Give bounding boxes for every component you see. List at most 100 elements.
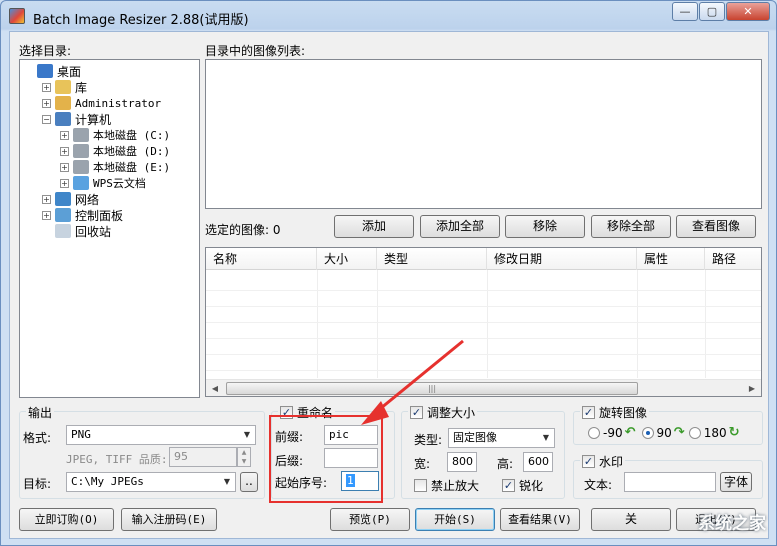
subscribe-button[interactable]: 立即订购(O)	[19, 508, 114, 531]
network-icon	[55, 192, 71, 206]
annotation-arrow-icon	[361, 339, 464, 425]
tree-item-label: WPS云文档	[93, 177, 146, 190]
minimize-button[interactable]: —	[672, 2, 698, 21]
rotate-checkbox[interactable]: ✓	[582, 406, 595, 419]
view-image-button[interactable]: 查看图像	[676, 215, 756, 238]
expand-icon[interactable]: +	[60, 130, 69, 140]
horizontal-scrollbar[interactable]: ◀ ||| ▶	[206, 379, 761, 396]
rotate-options: -90 ↶ 90 ↷ 180 ↻	[588, 425, 742, 440]
rotate-180-radio[interactable]	[688, 426, 701, 439]
rotate-title: 旋转图像	[599, 406, 648, 420]
target-select[interactable]: C:\My JPEGs ▼	[66, 472, 236, 492]
tree-item[interactable]: + 本地磁盘 (D:)	[60, 143, 170, 159]
watermark-checkbox[interactable]: ✓	[582, 455, 595, 468]
chevron-down-icon: ▼	[542, 433, 550, 442]
recycle-bin-icon	[55, 224, 71, 238]
tree-item[interactable]: − 计算机	[42, 111, 111, 127]
image-list[interactable]	[205, 59, 762, 209]
chevron-down-icon: ▼	[243, 430, 251, 439]
tree-item[interactable]: + WPS云文档	[60, 175, 146, 191]
expand-icon[interactable]: +	[60, 162, 69, 172]
no-enlarge-option[interactable]: 禁止放大	[414, 477, 479, 494]
sharpen-option[interactable]: ✓ 锐化	[502, 477, 543, 494]
tree-item-label: 本地磁盘 (D:)	[93, 145, 171, 158]
app-window: Batch Image Resizer 2.88(试用版) — ▢ ✕ 选择目录…	[0, 0, 777, 546]
tree-item[interactable]: + 本地磁盘 (C:)	[60, 127, 170, 143]
height-label: 高:	[497, 457, 514, 471]
col-modified[interactable]: 修改日期	[487, 248, 637, 270]
watermark-text-label: 文本:	[584, 478, 613, 492]
width-input[interactable]: 800	[447, 452, 477, 472]
tree-item-label: 计算机	[75, 112, 112, 127]
quality-input[interactable]: 95	[169, 447, 237, 467]
col-path[interactable]: 路径	[705, 248, 761, 270]
tree-item[interactable]: + Administrator	[42, 95, 161, 111]
tree-item[interactable]: 回收站	[42, 223, 111, 239]
no-enlarge-checkbox[interactable]	[414, 479, 427, 492]
title-bar[interactable]: Batch Image Resizer 2.88(试用版) — ▢ ✕	[1, 1, 776, 31]
tree-item[interactable]: + 控制面板	[42, 207, 123, 223]
add-button[interactable]: 添加	[334, 215, 414, 238]
directory-tree[interactable]: 桌面 + 库 + Administrator − 计算机 + 本地磁盘 (C:) + 本地磁盘 (D…	[19, 59, 200, 398]
tree-item[interactable]: + 库	[42, 79, 87, 95]
close-button[interactable]: ✕	[726, 2, 770, 21]
rotate-minus90-radio[interactable]	[588, 426, 600, 439]
view-results-button[interactable]: 查看结果(V)	[500, 508, 580, 531]
selected-images-grid[interactable]: 名称 大小 类型 修改日期 属性 路径 ◀ ||| ▶	[205, 247, 762, 397]
expand-icon[interactable]: +	[42, 98, 51, 108]
start-button[interactable]: 开始(S)	[415, 508, 495, 531]
computer-icon	[55, 112, 71, 126]
chevron-down-icon: ▼	[223, 477, 231, 486]
collapse-icon[interactable]: −	[42, 114, 51, 124]
cloud-icon	[73, 176, 89, 190]
tree-item-label: 库	[75, 80, 88, 95]
height-input[interactable]: 600	[523, 452, 553, 472]
remove-all-button[interactable]: 移除全部	[591, 215, 671, 238]
preview-button[interactable]: 预览(P)	[330, 508, 410, 531]
font-button[interactable]: 字体	[720, 472, 752, 492]
client-area: 选择目录: 桌面 + 库 + Administrator − 计算机 + 本地磁盘 (C:) + 本…	[9, 31, 769, 539]
register-button[interactable]: 输入注册码(E)	[121, 508, 217, 531]
expand-icon[interactable]: +	[60, 146, 69, 156]
col-attributes[interactable]: 属性	[637, 248, 705, 270]
expand-icon[interactable]: +	[42, 82, 51, 92]
tree-item-label: 本地磁盘 (E:)	[93, 161, 171, 174]
tree-item[interactable]: + 本地磁盘 (E:)	[60, 159, 170, 175]
rotate-90-radio[interactable]	[641, 426, 654, 439]
scroll-right-icon[interactable]: ▶	[745, 382, 759, 395]
desktop-icon	[37, 64, 53, 78]
tree-item[interactable]: + 网络	[42, 191, 99, 207]
remove-button[interactable]: 移除	[505, 215, 585, 238]
expand-icon[interactable]: +	[60, 178, 69, 188]
drive-icon	[73, 144, 89, 158]
drive-icon	[73, 160, 89, 174]
width-label: 宽:	[414, 457, 431, 471]
sharpen-checkbox[interactable]: ✓	[502, 479, 515, 492]
control-panel-icon	[55, 208, 71, 222]
rotate-cw-icon: ↷	[673, 425, 685, 440]
selected-count-label: 选定的图像: 0	[205, 223, 281, 237]
expand-icon[interactable]: +	[42, 210, 51, 220]
dir-label: 选择目录:	[19, 44, 72, 58]
target-label: 目标:	[23, 477, 52, 491]
watermark-text-input[interactable]	[624, 472, 716, 492]
drive-icon	[73, 128, 89, 142]
tree-item-label: 本地磁盘 (C:)	[93, 129, 171, 142]
scroll-left-icon[interactable]: ◀	[208, 382, 222, 395]
col-name[interactable]: 名称	[206, 248, 317, 270]
browse-button[interactable]: ..	[240, 472, 258, 492]
library-icon	[55, 80, 71, 94]
quality-spinner[interactable]: ▲ ▼	[237, 447, 251, 467]
col-type[interactable]: 类型	[377, 248, 487, 270]
expand-icon[interactable]: +	[42, 194, 51, 204]
user-folder-icon	[55, 96, 71, 110]
add-all-button[interactable]: 添加全部	[420, 215, 500, 238]
tree-item[interactable]: 桌面	[24, 63, 81, 79]
rotate-ccw-icon: ↶	[624, 425, 636, 440]
maximize-button[interactable]: ▢	[699, 2, 725, 21]
tree-item-label: 网络	[75, 192, 100, 207]
col-size[interactable]: 大小	[317, 248, 377, 270]
tree-item-label: 控制面板	[75, 208, 124, 223]
format-select[interactable]: PNG ▼	[66, 425, 256, 445]
window-title: Batch Image Resizer 2.88(试用版)	[33, 13, 249, 28]
